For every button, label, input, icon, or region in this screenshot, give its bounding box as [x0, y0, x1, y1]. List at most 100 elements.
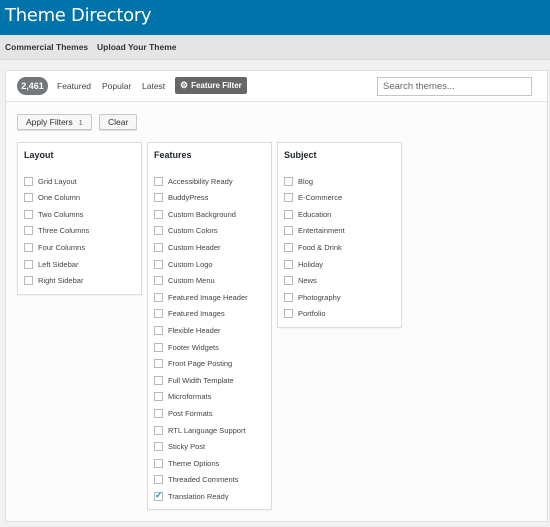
search-input[interactable]	[377, 77, 532, 96]
filter-option[interactable]: Sticky Post	[154, 441, 205, 453]
filter-option-label: Threaded Comments	[168, 475, 239, 485]
checkbox[interactable]	[24, 226, 33, 236]
filter-option[interactable]: Photography	[284, 291, 341, 303]
filter-option[interactable]: Left Sidebar	[24, 258, 78, 270]
filter-option[interactable]: Custom Header	[154, 241, 221, 253]
checkbox[interactable]	[154, 226, 163, 236]
filter-option[interactable]: Threaded Comments	[154, 474, 238, 486]
nav-commercial-themes[interactable]: Commercial Themes	[5, 42, 88, 52]
checkbox[interactable]	[284, 226, 293, 236]
filter-option-label: Flexible Header	[168, 325, 221, 335]
theme-count-badge: 2,461	[17, 77, 48, 95]
filter-option[interactable]: BuddyPress	[154, 192, 208, 204]
filter-option[interactable]: One Column	[24, 192, 80, 204]
apply-filters-label: Apply Filters	[26, 117, 73, 127]
checkbox[interactable]	[154, 242, 163, 252]
checkbox[interactable]	[154, 325, 163, 335]
filter-option[interactable]: Custom Background	[154, 208, 236, 220]
checkbox[interactable]	[24, 242, 33, 252]
checkbox[interactable]	[154, 259, 163, 269]
checkbox[interactable]	[154, 359, 163, 369]
apply-filters-count: 1	[78, 120, 83, 127]
clear-button[interactable]: Clear	[99, 114, 138, 130]
filter-option[interactable]: Grid Layout	[24, 175, 77, 187]
filter-option[interactable]: Two Columns	[24, 208, 83, 220]
filter-option[interactable]: Theme Options	[154, 457, 219, 469]
filter-option-label: Four Columns	[38, 242, 86, 252]
filter-option[interactable]: E-Commerce	[284, 192, 342, 204]
nav-upload-theme[interactable]: Upload Your Theme	[97, 42, 177, 52]
checkbox[interactable]	[24, 259, 33, 269]
checkbox[interactable]	[284, 259, 293, 269]
filter-option[interactable]: Entertainment	[284, 225, 345, 237]
filter-option-label: Holiday	[298, 259, 324, 269]
filter-group-title: Features	[154, 150, 192, 160]
checkbox[interactable]	[154, 342, 163, 352]
filter-option[interactable]: Holiday	[284, 258, 323, 270]
filter-option[interactable]: Flexible Header	[154, 324, 221, 336]
filter-option[interactable]: Custom Logo	[154, 258, 213, 270]
filter-option[interactable]: Four Columns	[24, 241, 85, 253]
filter-option[interactable]: Featured Images	[154, 308, 225, 320]
filter-option[interactable]: Translation Ready	[154, 490, 229, 502]
checkbox[interactable]	[154, 276, 163, 286]
checkbox[interactable]	[284, 193, 293, 203]
filter-option[interactable]: Blog	[284, 175, 313, 187]
filter-option[interactable]: Post Formats	[154, 407, 213, 419]
checkbox[interactable]	[154, 309, 163, 319]
filter-option[interactable]: Three Columns	[24, 225, 89, 237]
filter-option-label: E-Commerce	[298, 193, 343, 203]
checkbox[interactable]	[154, 490, 163, 501]
filter-option[interactable]: Front Page Posting	[154, 358, 232, 370]
checkbox[interactable]	[284, 292, 293, 302]
filter-group-title: Layout	[24, 150, 54, 160]
checkbox[interactable]	[154, 193, 163, 203]
filter-option-label: Full Width Template	[168, 375, 234, 385]
checkbox[interactable]	[24, 193, 33, 203]
tab-featured[interactable]: Featured	[57, 81, 91, 91]
checkbox[interactable]	[154, 425, 163, 435]
filter-option[interactable]: Custom Menu	[154, 275, 215, 287]
checkbox[interactable]	[154, 209, 163, 219]
checkbox[interactable]	[24, 209, 33, 219]
tab-popular[interactable]: Popular	[102, 81, 131, 91]
checkbox[interactable]	[154, 392, 163, 402]
filter-option[interactable]: Featured Image Header	[154, 291, 248, 303]
filter-option-label: Custom Logo	[168, 259, 213, 269]
filter-option[interactable]: Full Width Template	[154, 374, 234, 386]
filter-option[interactable]: Right Sidebar	[24, 275, 83, 287]
filter-option[interactable]: Portfolio	[284, 308, 326, 320]
filter-option[interactable]: Custom Colors	[154, 225, 218, 237]
filter-group-layout: Layout Grid Layout One Column Two Columns T…	[17, 142, 142, 295]
checkbox[interactable]	[284, 309, 293, 319]
filter-bar: 2,461 Featured Popular Latest ⚙ Feature F…	[6, 71, 547, 102]
checkbox[interactable]	[154, 176, 163, 186]
tab-latest[interactable]: Latest	[142, 81, 165, 91]
filter-option[interactable]: Education	[284, 208, 331, 220]
filter-group-features: Features Accessibility Ready BuddyPress Cu…	[147, 142, 272, 510]
filter-option[interactable]: Accessibility Ready	[154, 175, 233, 187]
filter-option-label: Featured Image Header	[168, 292, 248, 302]
filter-option[interactable]: Footer Widgets	[154, 341, 219, 353]
filter-option[interactable]: Food & Drink	[284, 241, 342, 253]
checkbox[interactable]	[154, 408, 163, 418]
filter-option-label: Featured Images	[168, 309, 225, 319]
apply-filters-button[interactable]: Apply Filters 1	[17, 114, 92, 130]
feature-filter-button[interactable]: ⚙ Feature Filter	[175, 77, 247, 94]
checkbox[interactable]	[284, 242, 293, 252]
checkbox[interactable]	[154, 475, 163, 485]
checkbox[interactable]	[24, 176, 33, 186]
checkbox[interactable]	[24, 276, 33, 286]
filter-option-label: Theme Options	[168, 458, 220, 468]
checkbox[interactable]	[154, 292, 163, 302]
checkbox[interactable]	[284, 276, 293, 286]
checkbox[interactable]	[284, 176, 293, 186]
checkbox[interactable]	[154, 442, 163, 452]
filter-option[interactable]: News	[284, 275, 317, 287]
site-header: Theme Directory	[0, 0, 550, 35]
checkbox[interactable]	[154, 458, 163, 468]
filter-option[interactable]: Microformats	[154, 391, 211, 403]
filter-option[interactable]: RTL Language Support	[154, 424, 246, 436]
checkbox[interactable]	[284, 209, 293, 219]
checkbox[interactable]	[154, 375, 163, 385]
